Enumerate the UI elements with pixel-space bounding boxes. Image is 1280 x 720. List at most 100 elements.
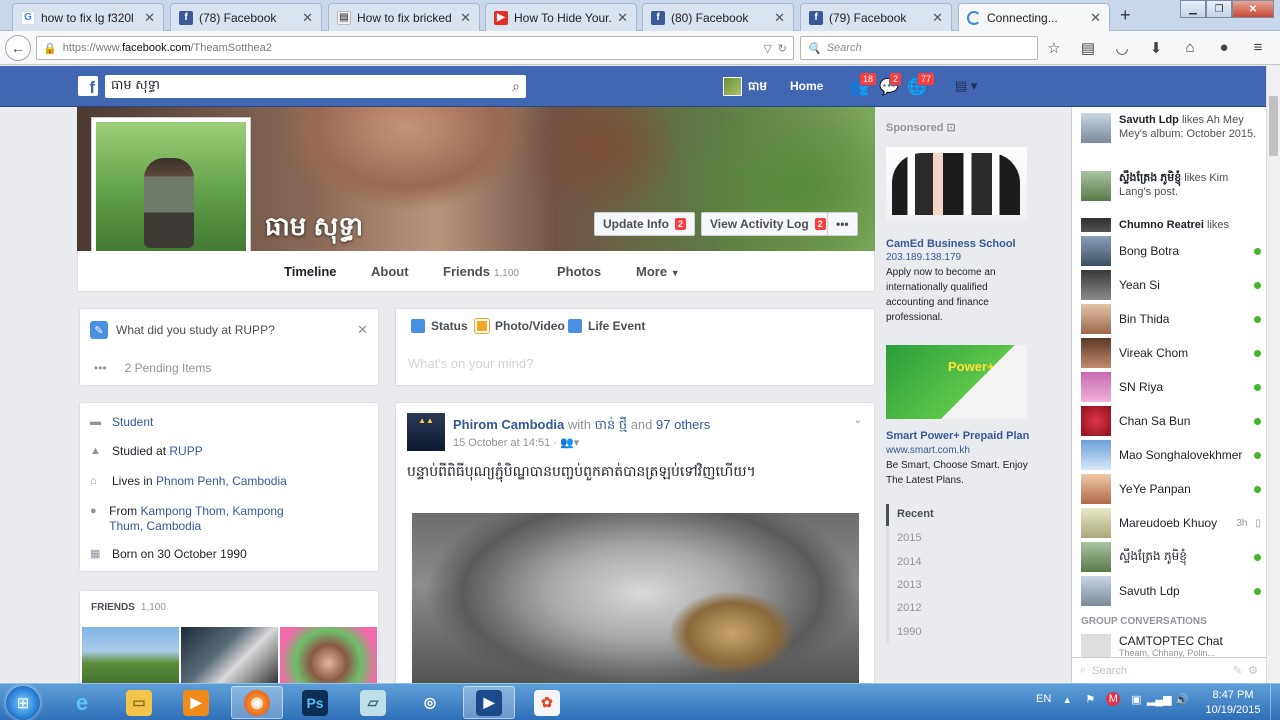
browser-search-box[interactable]: 🔍 Search [800, 36, 1038, 60]
browser-tab[interactable]: ▤ How to fix bricked ... ✕ [328, 3, 480, 31]
close-window-button[interactable]: ✕ [1232, 0, 1274, 18]
reading-list-icon[interactable]: ▤ [1078, 39, 1098, 57]
ad-title[interactable]: CamEd Business School [886, 238, 1030, 250]
avatar[interactable]: ▲▲ [407, 413, 445, 451]
firefox-icon[interactable]: ◉ [231, 686, 283, 719]
home-icon[interactable]: ⌂ [1180, 39, 1200, 57]
close-icon[interactable]: ✕ [357, 322, 368, 338]
chat-contact[interactable]: ស្ទឹងត្រែង ភូមិខ្ញុំ [1081, 542, 1261, 572]
browser-tab[interactable]: ▶ How To Hide Your... ✕ [485, 3, 637, 31]
school-link[interactable]: RUPP [169, 444, 202, 458]
tab-more[interactable]: More ▼ [636, 264, 680, 279]
new-tab-button[interactable]: + [1120, 5, 1131, 26]
year-recent[interactable]: Recent [897, 508, 934, 520]
work-link[interactable]: Student [112, 415, 153, 430]
close-tab-icon[interactable]: ✕ [460, 10, 471, 26]
ticker-story[interactable]: ស្ទឹងត្រែង ភូមិខ្ញុំ likes Kim Lang's po… [1081, 171, 1261, 201]
chat-contact[interactable]: Bong Botra [1081, 236, 1261, 266]
tray-app-icon[interactable]: ▣ [1129, 692, 1143, 706]
reload-icon[interactable]: ↻ [778, 42, 787, 55]
maximize-button[interactable]: ❐ [1206, 0, 1232, 18]
close-tab-icon[interactable]: ✕ [1090, 10, 1101, 26]
post-timestamp[interactable]: 15 October at 14:51 · 👥▾ [453, 436, 579, 449]
chat-contact[interactable]: SN Riya [1081, 372, 1261, 402]
chat-contact[interactable]: Bin Thida [1081, 304, 1261, 334]
menu-icon[interactable]: ≡ [1248, 39, 1268, 57]
volume-icon[interactable]: 🔊 [1175, 692, 1189, 706]
action-center-icon[interactable]: ⚑ [1083, 692, 1097, 706]
chat-contact[interactable]: Mareudoeb Khuoy 3h ▯ [1081, 508, 1261, 538]
browser-tab[interactable]: G how to fix lg f320l ... ✕ [12, 3, 164, 31]
browser-tab-active[interactable]: Connecting... ✕ [958, 3, 1110, 32]
year-2014[interactable]: 2014 [897, 556, 921, 568]
ad-image-camed[interactable] [886, 147, 1027, 221]
video-player-icon[interactable]: ▶ [463, 686, 515, 719]
tab-photos[interactable]: Photos [557, 264, 601, 279]
close-tab-icon[interactable]: ✕ [302, 10, 313, 26]
chat-search-input[interactable]: ⌕ Search ✎ ⚙ [1072, 657, 1266, 683]
new-message-icon[interactable]: ✎ [1233, 664, 1242, 677]
dropdown-arrow-icon[interactable]: ▽ [763, 42, 771, 55]
current-city-link[interactable]: Phnom Penh, Cambodia [156, 474, 287, 488]
start-button[interactable]: ⊞ [6, 686, 40, 720]
media-player-icon[interactable]: ▶ [170, 686, 222, 719]
year-2013[interactable]: 2013 [897, 579, 921, 591]
facebook-search-input[interactable]: ធាម សុទ្ធា ⌕ [105, 75, 526, 98]
year-2012[interactable]: 2012 [897, 602, 921, 614]
post-author-link[interactable]: Phirom Cambodia [453, 417, 564, 432]
pending-items-link[interactable]: 2 Pending Items [125, 361, 212, 375]
photo-video-option[interactable]: Photo/Video [474, 318, 565, 334]
chat-contact[interactable]: Vireak Chom [1081, 338, 1261, 368]
antivirus-icon[interactable]: M [1106, 692, 1121, 706]
address-bar[interactable]: 🔒 https://www.facebook.com/TheamSotthea2… [36, 36, 794, 60]
search-icon[interactable]: ⌕ [512, 78, 520, 95]
group-conversation[interactable]: CAMTOPTEC Chat Theam, Chhany, Polin... [1081, 634, 1223, 658]
tab-friends[interactable]: Friends 1,100 [443, 264, 519, 279]
composer-input[interactable]: What's on your mind? [408, 356, 533, 371]
settings-dropdown-icon[interactable]: ▤ ▾ [955, 78, 977, 94]
others-link[interactable]: 97 others [656, 417, 710, 432]
tab-timeline[interactable]: Timeline [284, 264, 337, 279]
status-option[interactable]: Status [411, 319, 468, 333]
browser-tab[interactable]: f (80) Facebook ✕ [642, 3, 794, 31]
question-text[interactable]: What did you study at RUPP? [116, 323, 275, 337]
profile-shortcut[interactable]: ធាម [723, 77, 767, 96]
browser-tab[interactable]: f (79) Facebook ✕ [800, 3, 952, 31]
year-2015[interactable]: 2015 [897, 532, 921, 544]
pocket-icon[interactable]: ◡ [1112, 39, 1132, 57]
tagged-friend-link[interactable]: ចាន់ ថ្មី [595, 417, 628, 432]
close-tab-icon[interactable]: ✕ [617, 10, 628, 26]
ad-title[interactable]: Smart Power+ Prepaid Plan [886, 430, 1030, 442]
minimize-button[interactable]: ▁ [1180, 0, 1206, 18]
gear-icon[interactable]: ⚙ [1248, 664, 1258, 677]
post-image[interactable] [412, 513, 859, 693]
scrollbar-thumb[interactable] [1269, 96, 1278, 156]
notes-app-icon[interactable]: ▱ [347, 686, 399, 719]
download-icon[interactable]: ⬇ [1146, 39, 1166, 57]
facebook-logo-icon[interactable]: f [78, 76, 98, 96]
notifications-icon[interactable]: 🌐 77 [907, 72, 936, 97]
ad-image-smart[interactable]: Power+ [886, 345, 1027, 419]
close-tab-icon[interactable]: ✕ [932, 10, 943, 26]
file-explorer-icon[interactable]: ▭ [113, 686, 165, 719]
friends-card-title[interactable]: FRIENDS 1,100 [91, 602, 166, 613]
system-clock[interactable]: 8:47 PM 10/19/2015 [1199, 688, 1267, 718]
friend-thumbnail[interactable] [181, 627, 278, 687]
chat-contact[interactable]: Savuth Ldp [1081, 576, 1261, 606]
page-scrollbar[interactable] [1266, 66, 1280, 683]
chat-contact[interactable]: Yean Si [1081, 270, 1261, 300]
tab-about[interactable]: About [371, 264, 409, 279]
browser-tab[interactable]: f (78) Facebook ✕ [170, 3, 322, 31]
chat-bubble-icon[interactable]: ● [1214, 39, 1234, 57]
life-event-option[interactable]: Life Event [568, 319, 645, 333]
chat-contact[interactable]: YeYe Panpan [1081, 474, 1261, 504]
friend-requests-icon[interactable]: 👥 18 [849, 72, 878, 97]
photoshop-icon[interactable]: Ps [289, 686, 341, 719]
show-desktop-button[interactable] [1270, 684, 1280, 720]
chat-contact[interactable]: Mao Songhalovekhmer [1081, 440, 1261, 470]
weibo-icon[interactable]: ◎ [404, 686, 456, 719]
view-activity-log-button[interactable]: View Activity Log 2 [701, 212, 835, 236]
internet-explorer-icon[interactable]: e [56, 686, 108, 719]
messages-icon[interactable]: 💬 2 [879, 72, 903, 97]
friend-thumbnail[interactable] [82, 627, 179, 687]
